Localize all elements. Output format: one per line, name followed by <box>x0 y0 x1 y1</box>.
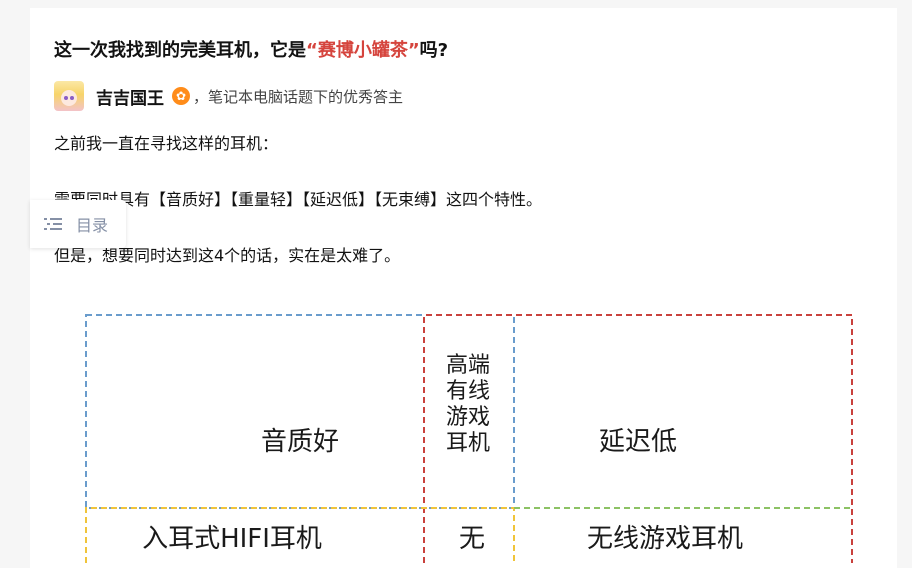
label-top-left: 音质好 <box>261 427 339 457</box>
label-bottom-middle: 无 <box>459 524 485 554</box>
label-top-middle-1: 高端 <box>446 353 490 378</box>
label-bottom-right: 无线游戏耳机 <box>587 524 743 554</box>
label-top-middle-3: 游戏 <box>446 405 490 430</box>
comparison-diagram: 音质好 高端 有线 游戏 耳机 延迟低 入耳式HIFI耳机 无 无线游戏耳机 <box>85 314 853 563</box>
label-top-middle-4: 耳机 <box>446 431 490 456</box>
label-bottom-left: 入耳式HIFI耳机 <box>142 524 322 554</box>
label-top-middle-2: 有线 <box>446 379 490 404</box>
label-top-right: 延迟低 <box>599 427 677 457</box>
